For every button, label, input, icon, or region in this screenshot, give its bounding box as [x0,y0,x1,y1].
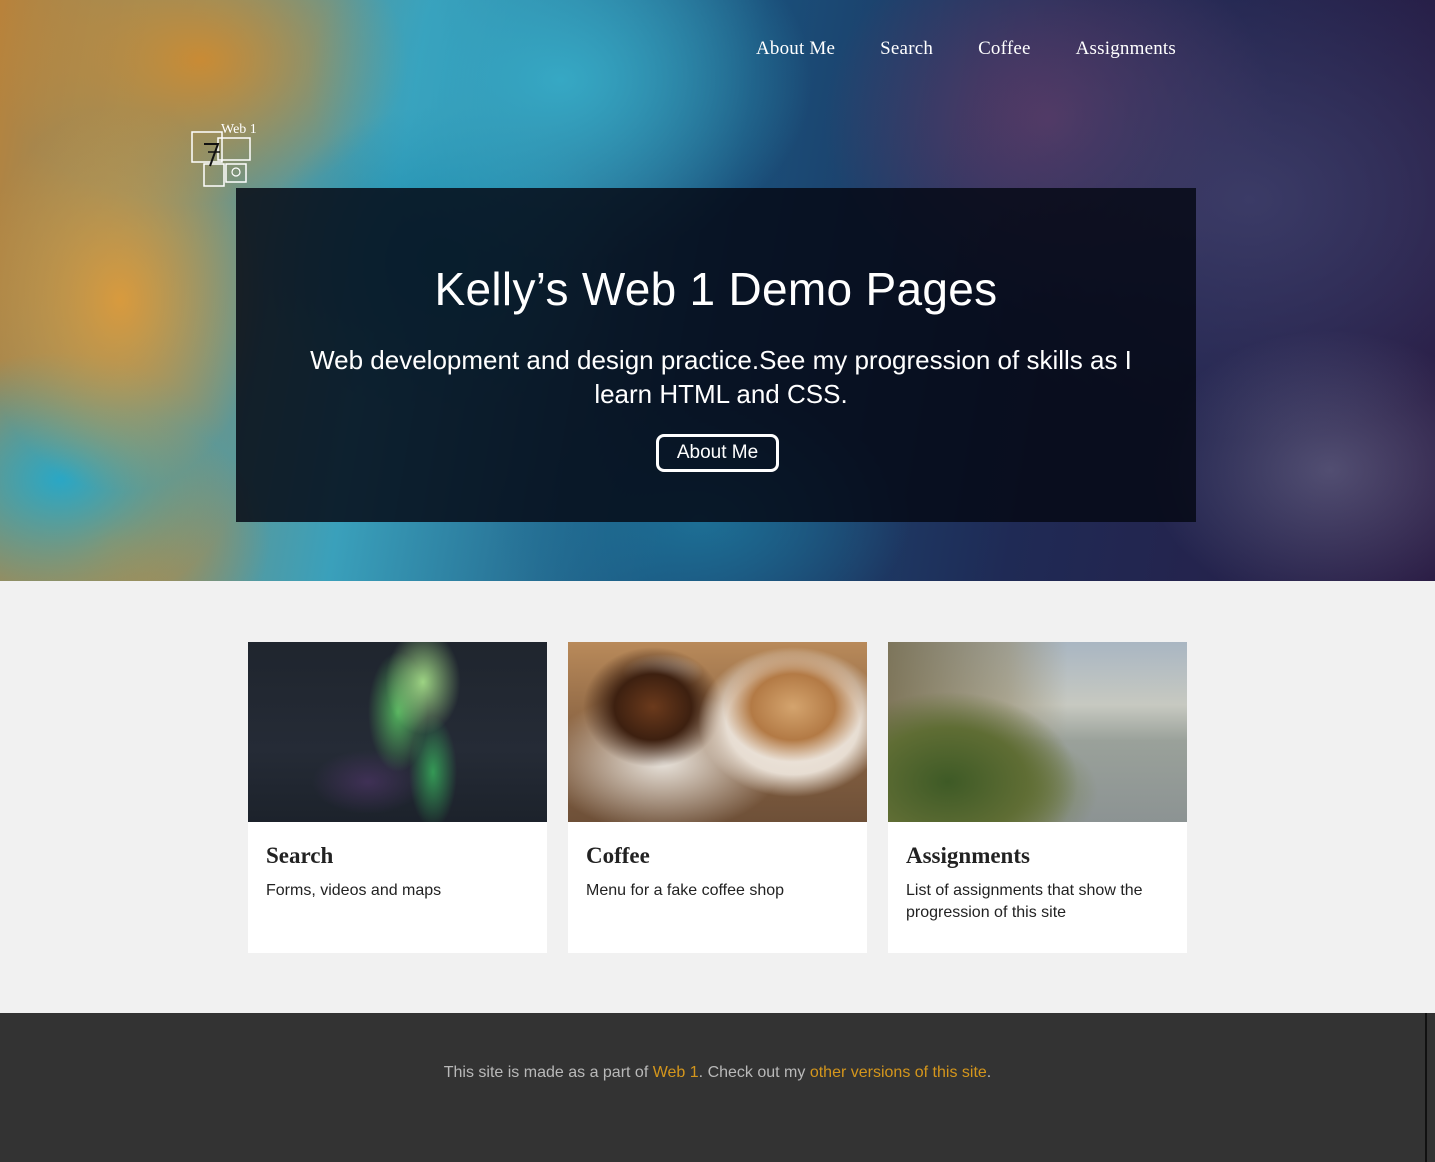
card-title: Assignments [906,843,1030,868]
logo-text: Web 1 [221,122,257,137]
nav-search[interactable]: Search [880,38,933,60]
card-title: Search [266,843,334,868]
other-versions-link[interactable]: other versions of this site [810,1064,987,1081]
card-description: Forms, videos and maps [266,882,442,899]
site-logo[interactable]: Web 1 [190,122,265,192]
card-coffee[interactable]: Coffee Menu for a fake coffee shop [568,642,867,953]
card-assignments[interactable]: Assignments List of assignments that sho… [888,642,1187,953]
card-search[interactable]: Search Forms, videos and maps [248,642,547,953]
footer-text-part: This site is made as a part of [443,1064,653,1081]
aurora-image [248,642,547,822]
footer-text: This site is made as a part of Web 1. Ch… [0,1064,1435,1082]
card-description: List of assignments that show the progre… [906,882,1143,921]
nav-about-me[interactable]: About Me [756,38,835,60]
about-me-button[interactable]: About Me [656,434,779,472]
hero-title: Kelly’s Web 1 Demo Pages [434,263,998,315]
coffee-image [568,642,867,822]
hero-section: About Me Search Coffee Assignments Web 1… [0,0,1435,581]
footer-text-part: . Check out my [698,1064,810,1081]
coastline-image [888,642,1187,822]
nav-assignments[interactable]: Assignments [1076,38,1176,60]
web1-link[interactable]: Web 1 [653,1064,699,1081]
site-footer: This site is made as a part of Web 1. Ch… [0,1013,1435,1162]
card-title: Coffee [586,843,650,868]
hero-panel: Kelly’s Web 1 Demo Pages Web development… [236,188,1196,522]
main-nav: About Me Search Coffee Assignments [711,38,1176,60]
nav-coffee[interactable]: Coffee [978,38,1031,60]
footer-text-part: . [986,1064,992,1081]
card-description: Menu for a fake coffee shop [586,882,785,899]
hero-subtitle: Web development and design practice.See … [310,345,1132,409]
scrollbar[interactable] [1425,1013,1427,1162]
